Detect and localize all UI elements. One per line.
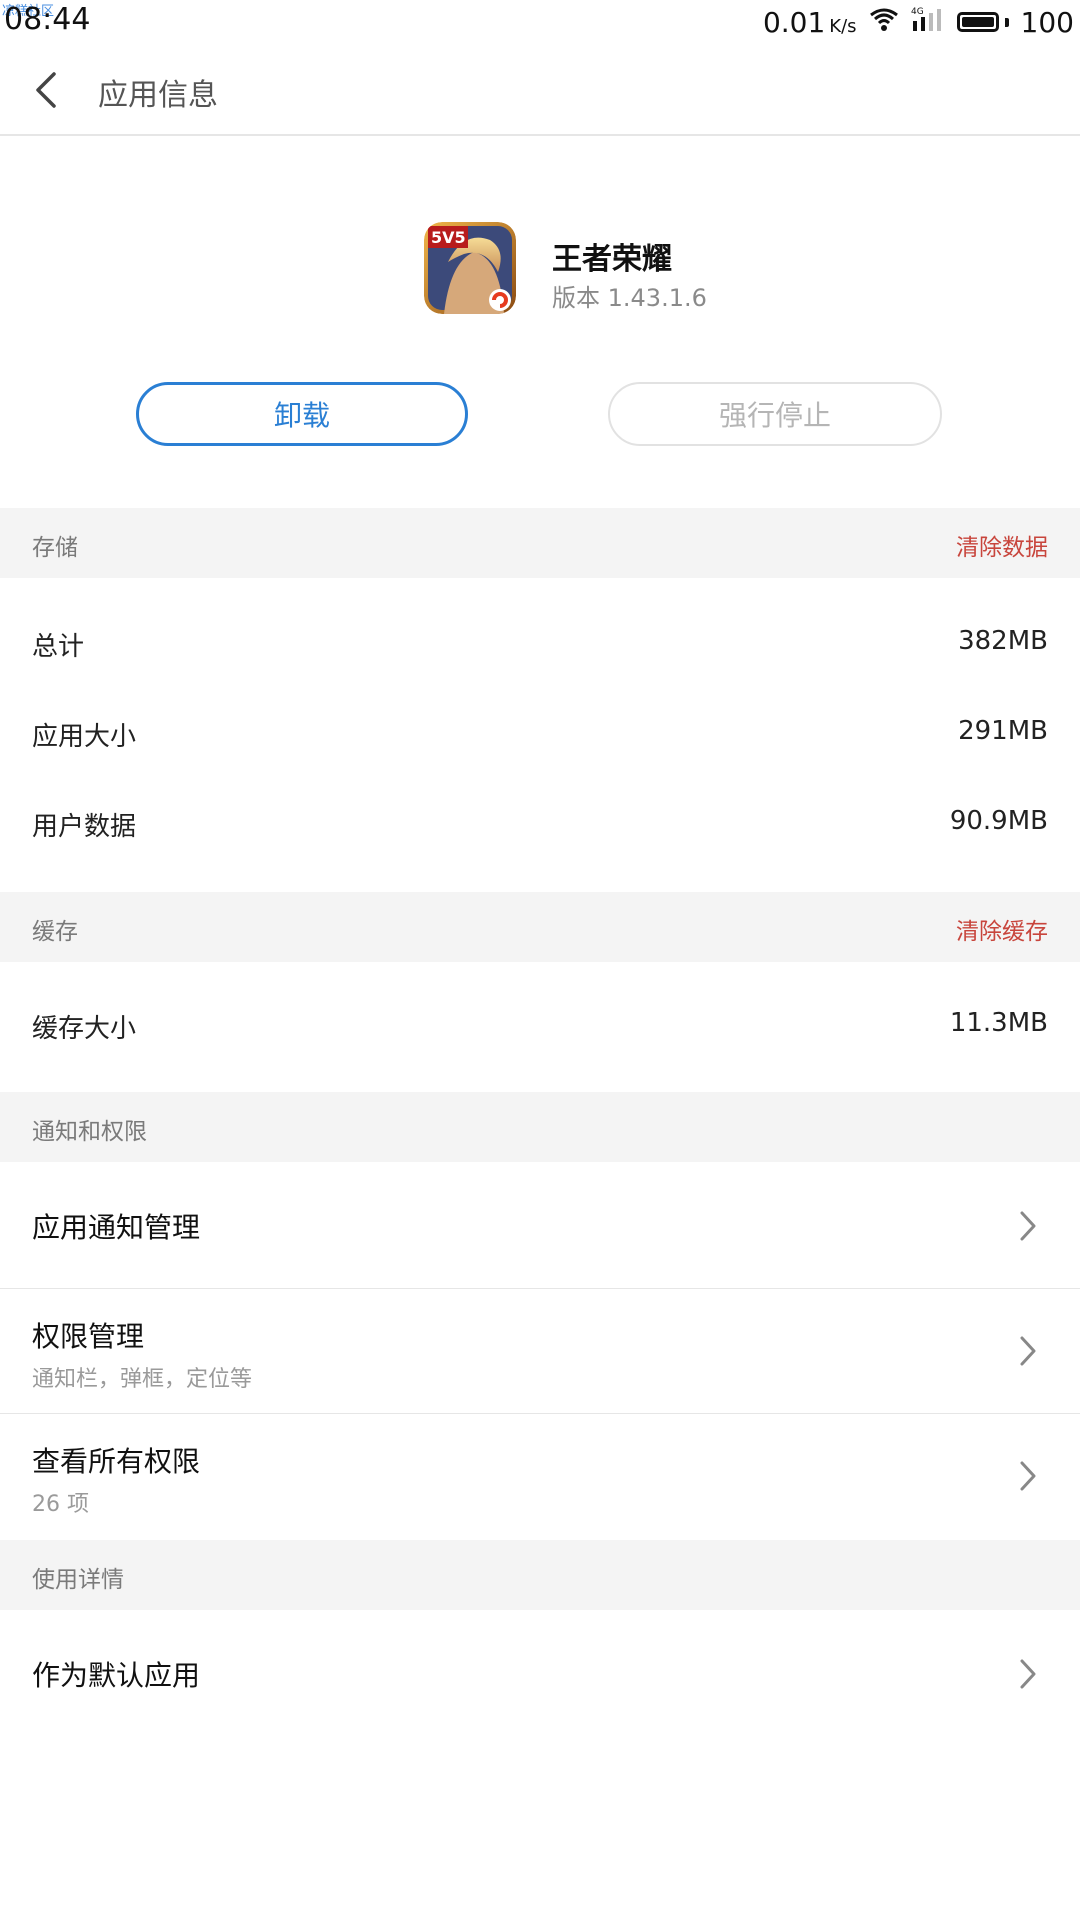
app-icon-badge: 5V5 — [431, 228, 466, 247]
storage-row-total: 总计 382MB — [0, 600, 1080, 690]
storage-row-app-size: 应用大小 291MB — [0, 690, 1080, 780]
cache-row-size: 缓存大小 11.3MB — [0, 982, 1080, 1072]
view-all-permissions-label: 查看所有权限 — [32, 1445, 201, 1478]
cache-size-label: 缓存大小 — [32, 1014, 137, 1044]
signal-icon: 4G — [911, 5, 945, 40]
status-time: 08:44 — [4, 2, 91, 37]
battery-level: 100 — [1020, 5, 1074, 39]
status-indicators: 0.01 K/s 4G 100 — [763, 4, 1074, 40]
network-speed-value: 0.01 — [762, 5, 826, 39]
cache-section-header: 缓存 清除缓存 — [0, 892, 1080, 962]
app-version: 版本 1.43.1.6 — [552, 284, 707, 312]
app-info-card: 5V5 王者荣耀 版本 1.43.1.6 卸载 强行停止 — [0, 136, 1080, 506]
permissions-section-title: 通知和权限 — [32, 1119, 147, 1145]
storage-user-data-value: 90.9MB — [949, 806, 1048, 836]
uninstall-button[interactable]: 卸载 — [136, 382, 468, 446]
network-type-label: 4G — [911, 7, 924, 17]
storage-section-title: 存储 — [32, 535, 78, 561]
storage-total-value: 382MB — [958, 626, 1048, 656]
permission-management-subtitle: 通知栏，弹框，定位等 — [32, 1367, 253, 1392]
storage-row-user-data: 用户数据 90.9MB — [0, 780, 1080, 870]
app-notification-management-item[interactable]: 应用通知管理 — [0, 1164, 1080, 1288]
cache-section-title: 缓存 — [32, 919, 78, 945]
chevron-right-icon — [1020, 1211, 1036, 1241]
storage-app-size-value: 291MB — [958, 716, 1048, 746]
app-icon: 5V5 — [424, 222, 516, 314]
storage-total-label: 总计 — [32, 632, 85, 662]
permissions-section-header: 通知和权限 — [0, 1092, 1080, 1162]
chevron-right-icon — [1020, 1336, 1036, 1366]
status-bar: 凉糕社区 08:44 0.01 K/s 4G 100 — [0, 0, 1080, 44]
storage-user-data-label: 用户数据 — [32, 812, 137, 842]
battery-fill — [961, 17, 994, 27]
wifi-icon — [869, 6, 899, 39]
storage-section-header: 存储 清除数据 — [0, 508, 1080, 578]
usage-section-header: 使用详情 — [0, 1540, 1080, 1610]
page-title: 应用信息 — [98, 78, 218, 113]
set-as-default-app-label: 作为默认应用 — [32, 1659, 201, 1692]
network-speed: 0.01 K/s — [763, 6, 857, 39]
clear-data-button[interactable]: 清除数据 — [956, 528, 1048, 562]
app-bar: 应用信息 — [0, 48, 1080, 136]
chevron-right-icon — [1020, 1659, 1036, 1689]
set-as-default-app-item[interactable]: 作为默认应用 — [0, 1612, 1080, 1736]
view-all-permissions-count: 26 项 — [32, 1492, 89, 1517]
view-all-permissions-item[interactable]: 查看所有权限 26 项 — [0, 1414, 1080, 1538]
force-stop-button[interactable]: 强行停止 — [608, 382, 942, 446]
app-name: 王者荣耀 — [552, 242, 672, 277]
battery-icon — [956, 12, 1009, 32]
permission-management-item[interactable]: 权限管理 通知栏，弹框，定位等 — [0, 1289, 1080, 1413]
chevron-left-icon — [36, 72, 56, 108]
cache-size-value: 11.3MB — [949, 1008, 1048, 1038]
permission-management-label: 权限管理 — [32, 1320, 145, 1353]
storage-app-size-label: 应用大小 — [32, 722, 137, 752]
clear-cache-button[interactable]: 清除缓存 — [956, 912, 1048, 946]
network-speed-unit: K/s — [829, 15, 857, 37]
app-notification-management-label: 应用通知管理 — [32, 1211, 201, 1244]
usage-section-title: 使用详情 — [32, 1567, 124, 1593]
chevron-right-icon — [1020, 1461, 1036, 1491]
back-button[interactable] — [24, 66, 72, 114]
